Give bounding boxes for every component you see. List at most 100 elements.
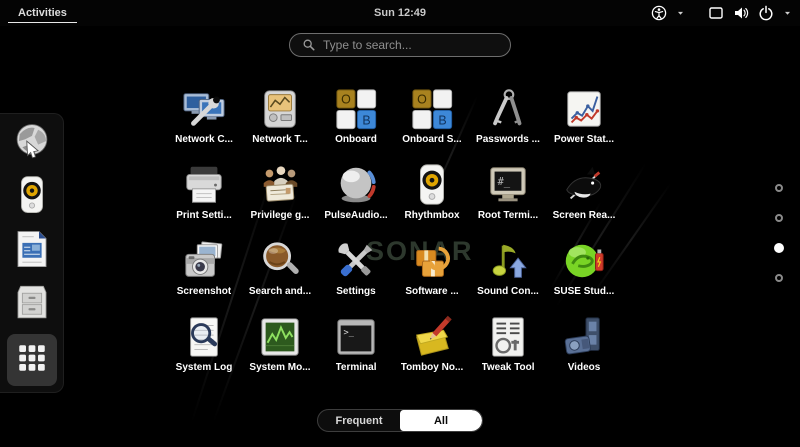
system-status-area — [651, 0, 792, 26]
screenshot-icon — [181, 238, 227, 284]
caret-down-icon[interactable] — [676, 5, 685, 21]
svg-text:>_: >_ — [344, 328, 355, 338]
power-icon[interactable] — [758, 5, 774, 21]
dock-item-document-writer[interactable] — [7, 227, 57, 275]
terminal-icon: >_ — [333, 314, 379, 360]
app-onboard-settings[interactable]: O B Onboard S... — [394, 82, 470, 158]
app-label: Rhythmbox — [404, 210, 460, 221]
page-indicator — [774, 184, 784, 282]
app-search-files[interactable]: Search and... — [242, 234, 318, 310]
accessibility-icon[interactable] — [651, 5, 667, 21]
app-label: Tweak Tool — [481, 362, 535, 373]
app-videos[interactable]: Videos — [546, 310, 622, 386]
svg-text:O: O — [417, 93, 427, 107]
app-software[interactable]: Software ... — [394, 234, 470, 310]
tab-frequent[interactable]: Frequent — [318, 410, 400, 431]
rhythmbox-icon — [11, 174, 53, 221]
onboard-icon: OB — [409, 86, 455, 132]
app-label: System Mo... — [249, 362, 311, 373]
svg-text:B: B — [362, 113, 370, 127]
app-label: Passwords ... — [476, 134, 540, 145]
dock-item-file-cabinet[interactable] — [7, 281, 57, 329]
app-label: Power Stat... — [553, 134, 614, 145]
page-dot-2[interactable] — [775, 214, 783, 222]
pulseaudio-icon — [333, 162, 379, 208]
app-screenshot[interactable]: Screenshot — [166, 234, 242, 310]
app-power-statistics[interactable]: Power Stat... — [546, 82, 622, 158]
app-label: SUSE Stud... — [553, 286, 615, 297]
display-icon[interactable] — [708, 5, 724, 21]
power-statistics-icon — [561, 86, 607, 132]
app-label: System Log — [175, 362, 233, 373]
app-root-terminal[interactable]: #_ Root Termi... — [470, 158, 546, 234]
svg-text:O: O — [341, 93, 351, 107]
app-sound-converter[interactable]: Sound Con... — [470, 234, 546, 310]
app-label: Sound Con... — [477, 286, 539, 297]
network-connections-icon — [181, 86, 227, 132]
tab-all[interactable]: All — [400, 410, 482, 431]
dash-dock — [0, 113, 64, 393]
show-apps-grid-icon — [14, 340, 50, 381]
sound-converter-icon — [485, 238, 531, 284]
root-terminal-icon: #_ — [485, 162, 531, 208]
app-label: Onboard — [335, 134, 377, 145]
app-label: Network C... — [175, 134, 233, 145]
app-label: Screen Rea... — [552, 210, 616, 221]
app-rhythmbox[interactable]: Rhythmbox — [394, 158, 470, 234]
passwords-keys-icon — [485, 86, 531, 132]
app-print-settings[interactable]: Print Setti... — [166, 158, 242, 234]
onboard-icon: OB — [333, 86, 379, 132]
app-settings[interactable]: Settings — [318, 234, 394, 310]
dock-item-web-browser[interactable] — [7, 120, 57, 168]
app-network-connections[interactable]: Network C... — [166, 82, 242, 158]
privilege-granting-icon — [257, 162, 303, 208]
videos-icon — [561, 314, 607, 360]
app-passwords-keys[interactable]: Passwords ... — [470, 82, 546, 158]
volume-icon[interactable] — [733, 5, 749, 21]
app-label: Search and... — [248, 286, 312, 297]
app-screen-reader[interactable]: Screen Rea... — [546, 158, 622, 234]
web-browser-icon — [11, 121, 53, 168]
tomboy-notes-icon — [409, 314, 455, 360]
search-placeholder: Type to search... — [323, 38, 412, 52]
caret-down-icon[interactable] — [783, 5, 792, 21]
network-tools-icon — [257, 86, 303, 132]
app-system-log[interactable]: System Log — [166, 310, 242, 386]
view-switcher: Frequent All — [317, 409, 483, 432]
app-label: Tomboy No... — [400, 362, 464, 373]
printer-icon — [181, 162, 227, 208]
app-label: Print Setti... — [176, 210, 232, 221]
app-label: Network T... — [252, 134, 308, 145]
search-bar[interactable]: Type to search... — [289, 33, 511, 57]
app-network-tools[interactable]: Network T... — [242, 82, 318, 158]
app-label: Settings — [336, 286, 376, 297]
app-onboard[interactable]: O B Onboard — [318, 82, 394, 158]
app-grid: Network C... Network T... O B Onboard O B Onboa… — [166, 82, 622, 386]
system-log-icon — [181, 314, 227, 360]
dock-item-rhythmbox[interactable] — [7, 174, 57, 222]
gnome-shell-overview: SONAR Activities Sun 12:49 Type to searc… — [0, 0, 800, 447]
app-label: PulseAudio... — [324, 210, 388, 221]
search-icon — [302, 38, 316, 52]
app-label: Terminal — [335, 362, 377, 373]
settings-icon — [333, 238, 379, 284]
page-dot-3[interactable] — [774, 243, 784, 253]
app-tweak-tool[interactable]: Tweak Tool — [470, 310, 546, 386]
svg-text:#_: #_ — [497, 176, 510, 188]
dock-item-show-applications[interactable] — [6, 334, 57, 386]
app-privilege-granting[interactable]: Privilege g... — [242, 158, 318, 234]
app-label: Videos — [567, 362, 601, 373]
app-label: Root Termi... — [477, 210, 539, 221]
app-system-monitor[interactable]: System Mo... — [242, 310, 318, 386]
top-bar: Activities Sun 12:49 — [0, 0, 800, 26]
page-dot-4[interactable] — [775, 274, 783, 282]
document-writer-icon — [11, 228, 53, 275]
app-label: Onboard S... — [402, 134, 462, 145]
app-pulseaudio[interactable]: PulseAudio... — [318, 158, 394, 234]
file-cabinet-icon — [11, 281, 53, 328]
page-dot-1[interactable] — [775, 184, 783, 192]
app-terminal[interactable]: >_ Terminal — [318, 310, 394, 386]
suse-studio-icon — [561, 238, 607, 284]
app-tomboy-notes[interactable]: Tomboy No... — [394, 310, 470, 386]
app-suse-studio[interactable]: SUSE Stud... — [546, 234, 622, 310]
